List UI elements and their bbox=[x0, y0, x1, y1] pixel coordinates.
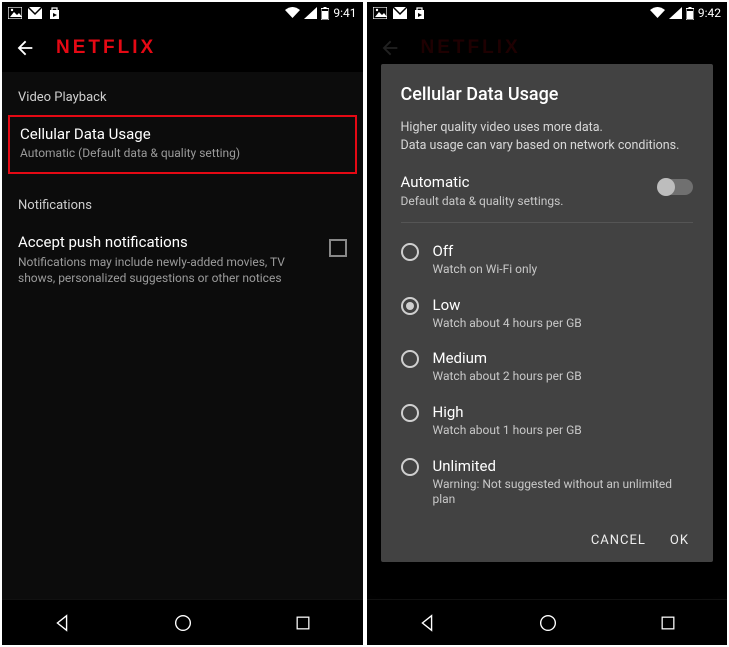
push-title: Accept push notifications bbox=[18, 233, 319, 251]
phone-screen-left: 9:41 NETFLIX Video Playback Cellular Dat… bbox=[2, 2, 363, 645]
cellular-data-sub: Automatic (Default data & quality settin… bbox=[20, 146, 345, 160]
battery-icon bbox=[686, 7, 694, 20]
dialog-description: Higher quality video uses more data. Dat… bbox=[401, 119, 694, 155]
gmail-icon bbox=[393, 7, 407, 19]
push-notifications-row[interactable]: Accept push notifications Notifications … bbox=[2, 223, 363, 300]
section-notifications: Notifications bbox=[2, 188, 363, 223]
settings-content: Video Playback Cellular Data Usage Autom… bbox=[2, 72, 363, 599]
status-bar: 9:42 bbox=[367, 2, 728, 24]
quality-option-medium[interactable]: Medium Watch about 2 hours per GB bbox=[401, 340, 694, 394]
radio-icon[interactable] bbox=[401, 458, 419, 476]
nav-back-icon[interactable] bbox=[51, 612, 73, 634]
dialog-title: Cellular Data Usage bbox=[401, 84, 694, 105]
nav-home-icon[interactable] bbox=[537, 612, 559, 634]
cancel-button[interactable]: CANCEL bbox=[591, 533, 646, 548]
option-sub: Watch about 1 hours per GB bbox=[433, 423, 582, 439]
gmail-icon bbox=[28, 7, 42, 19]
push-sub: Notifications may include newly-added mo… bbox=[18, 254, 319, 286]
automatic-sub: Default data & quality settings. bbox=[401, 194, 564, 208]
android-navbar bbox=[367, 599, 728, 645]
nav-back-icon[interactable] bbox=[416, 612, 438, 634]
automatic-toggle-row[interactable]: Automatic Default data & quality setting… bbox=[401, 173, 694, 223]
section-video-playback: Video Playback bbox=[2, 80, 363, 115]
nav-recent-icon[interactable] bbox=[658, 613, 678, 633]
automatic-title: Automatic bbox=[401, 173, 564, 191]
option-title: Unlimited bbox=[433, 457, 694, 475]
cellular-data-title: Cellular Data Usage bbox=[20, 125, 345, 143]
nav-home-icon[interactable] bbox=[172, 612, 194, 634]
android-navbar bbox=[2, 599, 363, 645]
signal-icon bbox=[669, 7, 682, 19]
app-bar: NETFLIX bbox=[2, 24, 363, 72]
radio-icon[interactable] bbox=[401, 350, 419, 368]
quality-option-off[interactable]: Off Watch on Wi-Fi only bbox=[401, 233, 694, 287]
option-sub: Watch about 4 hours per GB bbox=[433, 316, 582, 332]
option-title: Low bbox=[433, 296, 582, 314]
back-arrow-icon[interactable] bbox=[14, 37, 36, 59]
cellular-data-row[interactable]: Cellular Data Usage Automatic (Default d… bbox=[20, 125, 345, 160]
status-bar: 9:41 bbox=[2, 2, 363, 24]
cellular-data-row-highlight: Cellular Data Usage Automatic (Default d… bbox=[8, 115, 357, 174]
picture-icon bbox=[373, 7, 387, 19]
quality-option-low[interactable]: Low Watch about 4 hours per GB bbox=[401, 287, 694, 341]
ok-button[interactable]: OK bbox=[670, 533, 689, 548]
option-sub: Watch on Wi-Fi only bbox=[433, 262, 538, 278]
radio-icon[interactable] bbox=[401, 297, 419, 315]
radio-icon[interactable] bbox=[401, 243, 419, 261]
status-time: 9:41 bbox=[333, 6, 356, 20]
option-sub: Watch about 2 hours per GB bbox=[433, 369, 582, 385]
quality-option-high[interactable]: High Watch about 1 hours per GB bbox=[401, 394, 694, 448]
quality-option-unlimited[interactable]: Unlimited Warning: Not suggested without … bbox=[401, 448, 694, 517]
option-sub: Warning: Not suggested without an unlimi… bbox=[433, 477, 694, 508]
status-time: 9:42 bbox=[698, 6, 721, 20]
netflix-logo: NETFLIX bbox=[56, 37, 156, 59]
nav-recent-icon[interactable] bbox=[293, 613, 313, 633]
automatic-switch[interactable] bbox=[659, 179, 693, 195]
radio-icon[interactable] bbox=[401, 404, 419, 422]
option-title: Off bbox=[433, 242, 538, 260]
option-title: High bbox=[433, 403, 582, 421]
wifi-icon bbox=[650, 7, 665, 19]
phone-screen-right: 9:42 NETFLIX V C A N Cellular Data Usage… bbox=[367, 2, 728, 645]
play-store-icon bbox=[48, 7, 61, 20]
picture-icon bbox=[8, 7, 22, 19]
battery-icon bbox=[321, 7, 329, 20]
play-store-icon bbox=[413, 7, 426, 20]
signal-icon bbox=[304, 7, 317, 19]
push-checkbox[interactable] bbox=[329, 239, 347, 257]
cellular-data-dialog: Cellular Data Usage Higher quality video… bbox=[381, 64, 714, 562]
wifi-icon bbox=[285, 7, 300, 19]
option-title: Medium bbox=[433, 349, 582, 367]
